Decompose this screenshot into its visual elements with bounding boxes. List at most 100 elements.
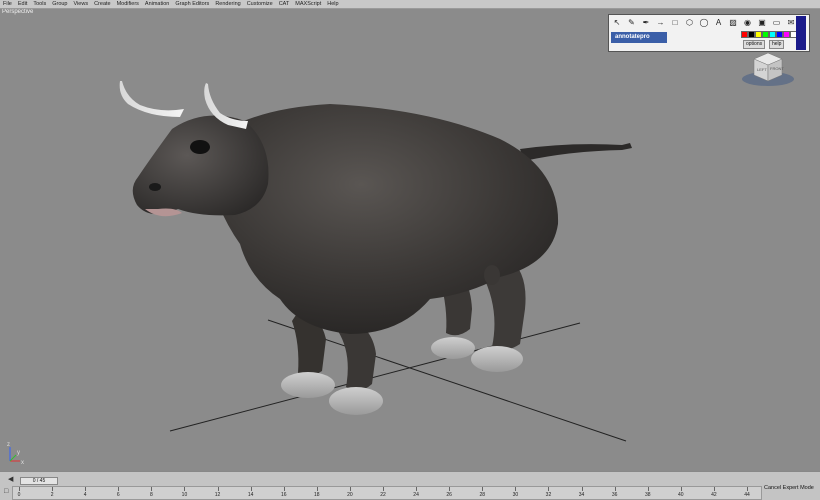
menu-item-graph-editors[interactable]: Graph Editors [175, 0, 209, 8]
viewcube-left-face: LEFT [757, 67, 767, 72]
ruler-tick-mark [52, 487, 54, 491]
ruler-tick-mark [515, 487, 517, 491]
menu-item-cat[interactable]: CAT [279, 0, 290, 8]
ruler-tick-mark [85, 487, 87, 491]
menu-item-group[interactable]: Group [52, 0, 67, 8]
ruler-tick-mark [614, 487, 616, 491]
ruler-tick-mark [581, 487, 583, 491]
annotate-side-strip[interactable] [796, 16, 806, 50]
ruler-tick-mark [713, 487, 715, 491]
bull-eye [190, 140, 210, 154]
menu-item-file[interactable]: File [3, 0, 12, 8]
ruler-tick-label: 38 [644, 492, 651, 498]
color-picker-icon[interactable]: ▨ [728, 18, 738, 28]
menu-item-animation[interactable]: Animation [145, 0, 169, 8]
ruler-tick-mark [283, 487, 285, 491]
ruler-tick-label: 22 [380, 492, 386, 498]
ruler-tick-label: 24 [413, 492, 419, 498]
email-icon[interactable]: ✉ [786, 18, 796, 28]
hoof-front-right [329, 387, 383, 415]
menu-item-modifiers[interactable]: Modifiers [117, 0, 139, 8]
ruler-tick-label: 28 [479, 492, 486, 498]
scene-render: z x y [7, 81, 632, 466]
bull-head [132, 115, 269, 216]
ruler-tick-mark [680, 487, 682, 491]
viewcube-front-face: FRONT [770, 66, 784, 71]
annotate-options-button[interactable]: options [743, 40, 766, 49]
ruler-tick-label: 30 [512, 492, 519, 498]
cancel-expert-mode-button[interactable]: Cancel Expert Mode [764, 485, 814, 491]
axis-label-y: y [17, 450, 20, 456]
arrow-icon[interactable]: → [656, 18, 666, 28]
menu-item-views[interactable]: Views [74, 0, 89, 8]
pen-icon[interactable]: ✎ [627, 18, 637, 28]
ruler-tick-label: 36 [611, 492, 618, 498]
ruler-tick-label: 16 [280, 492, 287, 498]
track-bar-ruler[interactable]: 0 2 4 6 8 10 12 14 16 18 20 22 24 26 28 30 32 34 36 38 40 42 4… [12, 486, 762, 500]
menu-item-create[interactable]: Create [94, 0, 111, 8]
annotate-help-button[interactable]: help [769, 40, 785, 49]
axis-gizmo: z x y [7, 442, 24, 466]
ruler-tick-mark [449, 487, 451, 491]
time-slider[interactable]: 0 / 45 [20, 477, 58, 485]
axis-label-z: z [7, 442, 10, 448]
ruler-tick-mark [316, 487, 318, 491]
view-cube[interactable]: LEFT FRONT [740, 49, 796, 89]
ruler-tick-label: 2 [50, 492, 54, 498]
timeline-bar: ◀ 0 / 45 □ 0 2 4 6 8 10 12 14 16 18 20 22 24 26 28 30 32… [0, 471, 820, 500]
oval-icon[interactable]: ◯ [699, 18, 709, 28]
ruler-tick-mark [747, 487, 748, 491]
bull-mouth [145, 208, 182, 217]
text-icon[interactable]: A [714, 18, 724, 28]
hexagon-icon[interactable]: ⬡ [685, 18, 695, 28]
ruler-tick-mark [118, 487, 120, 491]
ruler-tick-label: 42 [711, 492, 717, 498]
ruler-tick-label: 44 [744, 492, 750, 498]
menu-item-customize[interactable]: Customize [247, 0, 273, 8]
perspective-viewport[interactable]: Perspective z x y ↖ ✎ ✒ → □ ⬡ ◯ A ▨ ◉ ▣ … [0, 9, 820, 471]
eraser-icon[interactable]: ▭ [772, 18, 782, 28]
menu-bar: File Edit Tools Group Views Create Modifiers An… [0, 0, 820, 9]
ruler-tick-label: 18 [314, 492, 320, 498]
ruler-tick-label: 8 [149, 492, 153, 498]
menu-item-help[interactable]: Help [327, 0, 338, 8]
ruler-tick-label: 26 [446, 492, 452, 498]
color-swatch[interactable] [741, 31, 748, 38]
ruler-tick-mark [416, 487, 418, 491]
ruler-tick-label: 32 [545, 492, 552, 498]
ruler-tick-mark [151, 487, 153, 491]
pointer-icon[interactable]: ↖ [612, 18, 622, 28]
camera-icon[interactable]: ▣ [757, 18, 767, 28]
color-swatch[interactable] [783, 31, 790, 38]
color-swatch[interactable] [755, 31, 762, 38]
menu-item-tools[interactable]: Tools [33, 0, 46, 8]
ruler-tick-mark [383, 487, 384, 491]
ruler-tick-label: 10 [181, 492, 188, 498]
ruler-tick-mark [250, 487, 252, 491]
color-swatch[interactable] [776, 31, 783, 38]
menu-item-maxscript[interactable]: MAXScript [295, 0, 321, 8]
track-bar-icon[interactable]: □ [4, 488, 8, 495]
ruler-tick-mark [647, 487, 649, 491]
hoof-back-right [471, 346, 523, 372]
ruler-tick-mark [19, 487, 20, 491]
ruler-tick-label: 6 [116, 492, 120, 498]
ruler-tick-mark [548, 487, 550, 491]
marker-icon[interactable]: ✒ [641, 18, 651, 28]
color-swatch[interactable] [769, 31, 776, 38]
ruler-tick-mark [349, 487, 351, 491]
color-swatch[interactable] [762, 31, 769, 38]
color-swatch[interactable] [748, 31, 755, 38]
axis-label-x: x [21, 460, 24, 466]
ruler-tick-label: 0 [17, 492, 21, 498]
ruler-tick-label: 14 [247, 492, 254, 498]
menu-item-rendering[interactable]: Rendering [215, 0, 240, 8]
rectangle-icon[interactable]: □ [670, 18, 680, 28]
bull-tail [520, 143, 632, 161]
slider-arrow-icon[interactable]: ◀ [8, 475, 13, 483]
menu-item-edit[interactable]: Edit [18, 0, 27, 8]
stamp-icon[interactable]: ◉ [743, 18, 753, 28]
annotate-pro-toolbar: ↖ ✎ ✒ → □ ⬡ ◯ A ▨ ◉ ▣ ▭ ✉ annotatepro options help [608, 14, 810, 52]
ruler-tick-label: 34 [578, 492, 585, 498]
hoof-back-left [431, 337, 475, 359]
